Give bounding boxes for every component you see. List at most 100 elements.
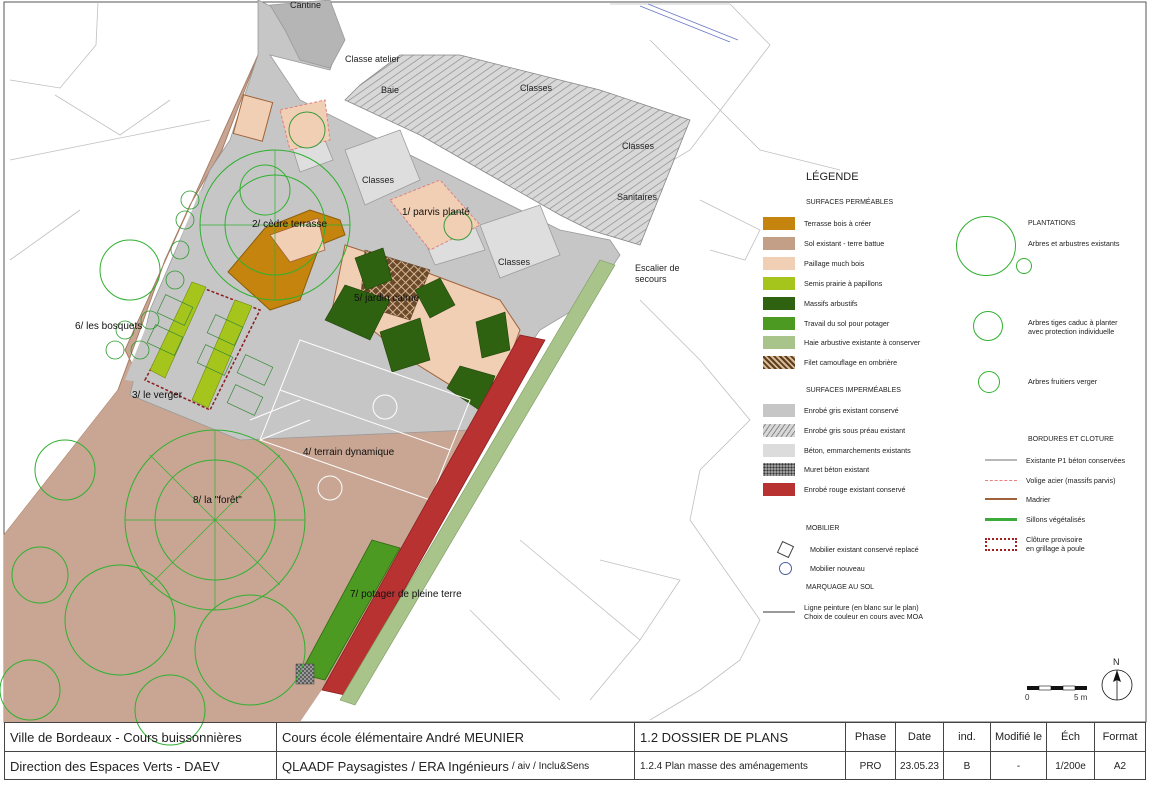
- zone-5-label: 5/ jardin calme: [354, 293, 419, 304]
- legend-item: Béton, emmarchements existants: [763, 443, 911, 457]
- legend-marquage-heading: MARQUAGE AU SOL: [806, 584, 875, 591]
- header-modif: Modifié le: [991, 723, 1047, 752]
- scale-five: 5 m: [1074, 693, 1088, 702]
- north-arrow: [1101, 669, 1133, 701]
- north-label: N: [1113, 657, 1120, 667]
- zone-7-label: 7/ potager de pleine terre: [350, 589, 462, 600]
- line-peinture-icon: [763, 611, 795, 613]
- swatch-beton: [763, 443, 795, 457]
- swatch-prairie: [763, 276, 795, 290]
- zone-2-label: 2/ cèdre terrasse: [252, 219, 327, 230]
- legend-item: Enrobé gris existant conservé: [763, 403, 899, 417]
- label-cantine: Cantine: [290, 0, 321, 10]
- legend-item: Travail du sol pour potager: [763, 316, 889, 330]
- legend-plantations-existing: Arbres et arbustres existants: [1028, 239, 1120, 248]
- value-modif: -: [991, 752, 1047, 780]
- legend-permeable-heading: SURFACES PERMÉABLES: [806, 199, 894, 206]
- legend-item: Muret béton existant: [763, 462, 869, 476]
- zone-4-label: 4/ terrain dynamique: [303, 447, 395, 458]
- legend-item: Enrobé rouge existant conservé: [763, 482, 906, 496]
- swatch-terrasse-bois: [763, 216, 795, 230]
- legend-impermeable-heading: SURFACES IMPERMÉABLES: [806, 387, 901, 394]
- legend-title: LÉGENDE: [806, 171, 859, 183]
- sillons-icon: [985, 517, 1017, 521]
- label-classes-mid: Classes: [362, 175, 395, 185]
- header-phase: Phase: [846, 723, 896, 752]
- scale-zero: 0: [1025, 693, 1030, 702]
- legend-item: Paillage much bois: [763, 256, 864, 270]
- label-escalier-1: Escalier de: [635, 263, 680, 273]
- legend-item: Volige acier (massifs parvis): [985, 473, 1115, 487]
- zone-3-label: 3/ le verger: [132, 390, 183, 401]
- legend-item: Sillons végétalisés: [985, 512, 1085, 526]
- value-ind: B: [944, 752, 991, 780]
- madrier-icon: [985, 498, 1017, 500]
- legend-item: Filet camouflage en ombrière: [763, 355, 897, 369]
- swatch-enrobe-rouge: [763, 482, 795, 496]
- legend-plantations-tiges: Arbres tiges caduc à planter: [1028, 318, 1118, 327]
- value-phase: PRO: [846, 752, 896, 780]
- swatch-muret: [763, 462, 795, 476]
- zone-1-label: 1/ parvis planté: [402, 207, 470, 218]
- legend-item: Ligne peinture (en blanc sur le plan) Cho…: [763, 602, 923, 622]
- label-classes-low: Classes: [498, 257, 531, 267]
- zone-8-label: 8/ la "forêt": [193, 495, 242, 506]
- legend-item: Mobilier existant conservé replacé: [773, 540, 919, 558]
- swatch-potager: [763, 316, 795, 330]
- tree-new-icon: [973, 311, 1003, 341]
- value-date: 23.05.23: [896, 752, 944, 780]
- legend-plantations-protection: avec protection individuelle: [1028, 327, 1115, 336]
- legend-item: Semis prairie à papillons: [763, 276, 882, 290]
- legend-item: Massifs arbustifs: [763, 296, 858, 310]
- border-p1-icon: [985, 459, 1017, 461]
- volige-icon: [985, 479, 1017, 481]
- swatch-filet-camouflage: [763, 355, 795, 369]
- title-block: Ville de Bordeaux - Cours buissonnières …: [4, 722, 1146, 780]
- swatch-haie: [763, 335, 795, 349]
- legend-item: Sol existant - terre battue: [763, 236, 884, 250]
- legend-item: Clôture provisoire en grillage à poule: [985, 534, 1085, 554]
- team: QLAADF Paysagistes / ERA Ingénieurs / aiv…: [277, 752, 635, 780]
- shrub-existing-icon: [1016, 258, 1032, 274]
- header-format: Format: [1095, 723, 1145, 752]
- scale-bar: [1027, 685, 1087, 691]
- client-line-2: Direction des Espaces Verts - DAEV: [5, 752, 277, 780]
- legend-item: Madrier: [985, 492, 1050, 506]
- legend: LÉGENDE SURFACES PERMÉABLES Terrasse boi…: [760, 168, 1145, 638]
- dossier-title: 1.2 DOSSIER DE PLANS: [635, 723, 846, 752]
- legend-item: Terrasse bois à créer: [763, 216, 871, 230]
- project-title: Cours école élémentaire André MEUNIER: [277, 723, 635, 752]
- header-ind: ind.: [944, 723, 991, 752]
- tree-existing-icon: [956, 216, 1016, 276]
- legend-plantations-fruitiers: Arbres fruitiers verger: [1028, 377, 1098, 386]
- swatch-terre-battue: [763, 236, 795, 250]
- client-line-1: Ville de Bordeaux - Cours buissonnières: [5, 723, 277, 752]
- legend-mobilier-heading: MOBILIER: [806, 525, 840, 532]
- label-classe-atelier: Classe atelier: [345, 54, 400, 64]
- cloture-icon: [985, 537, 1017, 551]
- label-baie: Baie: [381, 85, 399, 95]
- label-classes-right: Classes: [622, 141, 655, 151]
- swatch-preau: [763, 423, 795, 437]
- swatch-paillage: [763, 256, 795, 270]
- legend-plantations-heading: PLANTATIONS: [1028, 220, 1076, 227]
- fruit-tree-icon: [978, 371, 1000, 393]
- zone-6-label: 6/ les bosquets: [75, 321, 142, 332]
- label-classes-top: Classes: [520, 83, 553, 93]
- legend-item: Haie arbustive existante à conserver: [763, 335, 920, 349]
- swatch-massifs: [763, 296, 795, 310]
- mobilier-nouveau-icon: [779, 561, 792, 575]
- plan-title: 1.2.4 Plan masse des aménagements: [635, 752, 846, 780]
- header-date: Date: [896, 723, 944, 752]
- header-ech: Éch: [1047, 723, 1095, 752]
- label-sanitaires: Sanitaires: [617, 192, 658, 202]
- mobilier-existant-icon: [776, 540, 795, 558]
- value-ech: 1/200e: [1047, 752, 1095, 780]
- legend-item: Mobilier nouveau: [773, 561, 865, 575]
- legend-item: Existante P1 béton conservées: [985, 453, 1125, 467]
- swatch-enrobe-gris: [763, 403, 795, 417]
- legend-item: Enrobé gris sous préau existant: [763, 423, 905, 437]
- value-format: A2: [1113, 760, 1127, 772]
- legend-bordures-heading: BORDURES ET CLOTURE: [1028, 436, 1114, 443]
- label-escalier-2: secours: [635, 274, 667, 284]
